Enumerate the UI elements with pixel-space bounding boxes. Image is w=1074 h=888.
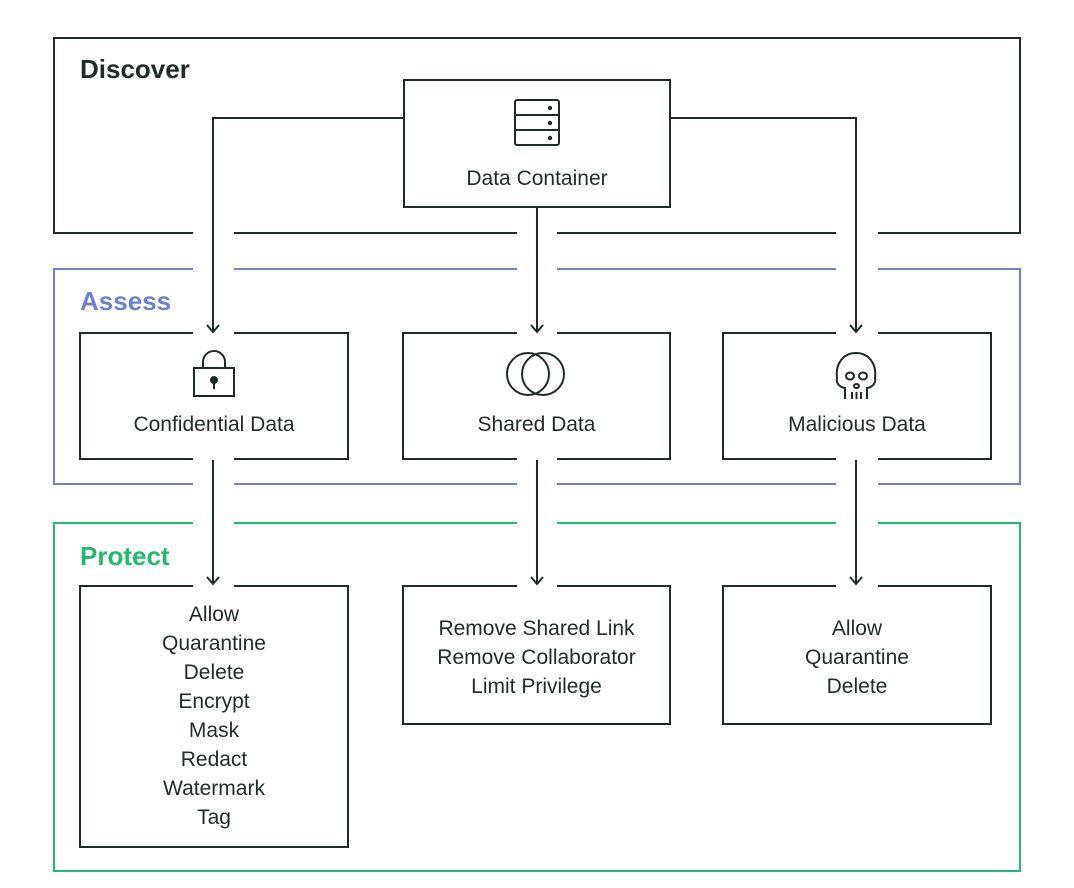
protect-title: Protect bbox=[80, 541, 170, 571]
line-gaps bbox=[193, 215, 878, 593]
action-item: Redact bbox=[180, 748, 248, 771]
action-item: Limit Privilege bbox=[471, 675, 602, 698]
action-item: Allow bbox=[188, 603, 240, 626]
data-container-label: Data Container bbox=[466, 167, 608, 190]
discover-title: Discover bbox=[80, 54, 190, 84]
diagram: Discover Assess Protect Data Container C… bbox=[0, 0, 1074, 888]
confidential-data-label: Confidential Data bbox=[133, 413, 295, 436]
action-item: Encrypt bbox=[178, 690, 250, 713]
shared-data-label: Shared Data bbox=[477, 413, 596, 436]
assess-title: Assess bbox=[80, 286, 172, 316]
confidential-actions: Allow Quarantine Delete Encrypt Mask Red… bbox=[80, 600, 348, 832]
action-item: Mask bbox=[188, 719, 240, 742]
action-item: Delete bbox=[183, 661, 245, 684]
action-item: Delete bbox=[826, 675, 888, 698]
skull-icon bbox=[835, 351, 877, 399]
action-item: Quarantine bbox=[162, 632, 266, 655]
action-item: Tag bbox=[197, 806, 231, 829]
shared-actions: Remove Shared Link Remove Collaborator L… bbox=[403, 614, 670, 701]
action-item: Allow bbox=[831, 617, 883, 640]
action-item: Remove Shared Link bbox=[438, 617, 635, 640]
malicious-data-label: Malicious Data bbox=[788, 413, 926, 436]
action-item: Quarantine bbox=[805, 646, 909, 669]
action-item: Watermark bbox=[163, 777, 265, 800]
action-item: Remove Collaborator bbox=[437, 646, 636, 669]
overlapping-circles-icon bbox=[506, 352, 565, 396]
lock-icon bbox=[193, 350, 235, 397]
malicious-actions: Allow Quarantine Delete bbox=[723, 614, 991, 701]
assess-box-shared bbox=[402, 332, 671, 460]
